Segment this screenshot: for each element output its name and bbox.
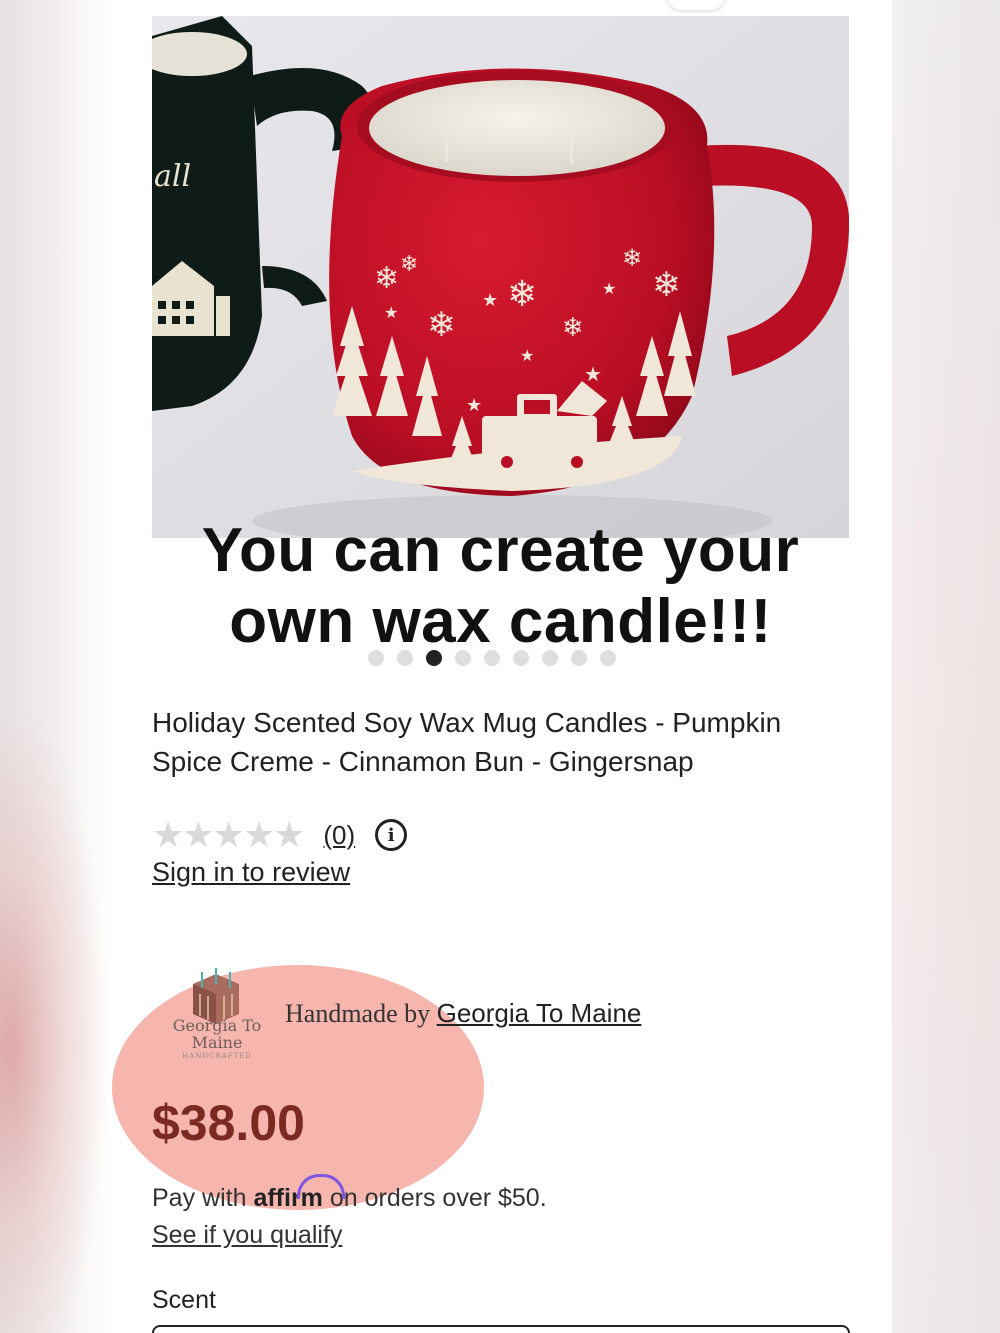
svg-text:❄: ❄	[400, 252, 418, 277]
affirm-prefix: Pay with	[152, 1184, 254, 1212]
svg-text:❄: ❄	[562, 313, 584, 343]
affirm-logo: affirm	[253, 1174, 346, 1212]
carousel-dot[interactable]	[513, 650, 529, 666]
svg-text:★: ★	[384, 303, 398, 322]
carousel-dots[interactable]	[368, 650, 616, 666]
handmade-prefix: Handmade by	[285, 999, 437, 1028]
mug-candle-illustration: all ❄ ❄ ❄ ❄ ❄ ❄ ❄ ★ ★ ★ ★ ★ ★	[152, 16, 849, 538]
price: $38.00	[152, 1095, 305, 1151]
background-blur-right	[892, 0, 1000, 1333]
top-handle[interactable]	[668, 0, 724, 10]
star-rating: ★★★★★	[152, 814, 305, 855]
sign-in-to-review-link[interactable]: Sign in to review	[152, 857, 350, 888]
shop-logo-name: Georgia To Maine	[172, 1016, 262, 1052]
svg-text:❄: ❄	[622, 244, 642, 272]
rating-row: ★★★★★ (0) i	[152, 814, 408, 855]
svg-text:❄: ❄	[374, 261, 399, 296]
svg-text:❄: ❄	[652, 265, 681, 305]
carousel-dot[interactable]	[600, 650, 616, 666]
svg-text:❄: ❄	[427, 305, 456, 345]
carousel-dot[interactable]	[484, 650, 500, 666]
svg-text:★: ★	[584, 362, 602, 386]
svg-text:all: all	[154, 159, 191, 194]
background-blur-left	[0, 700, 110, 1333]
product-image[interactable]: all ❄ ❄ ❄ ❄ ❄ ❄ ❄ ★ ★ ★ ★ ★ ★	[152, 16, 849, 538]
scent-label: Scent	[152, 1286, 216, 1314]
svg-text:★: ★	[602, 279, 616, 298]
svg-text:★: ★	[520, 346, 534, 365]
svg-text:★: ★	[466, 395, 482, 416]
product-page: all ❄ ❄ ❄ ❄ ❄ ❄ ❄ ★ ★ ★ ★ ★ ★ You can cr…	[108, 0, 892, 1333]
svg-text:❄: ❄	[507, 274, 537, 315]
carousel-dot[interactable]	[368, 650, 384, 666]
carousel-dot[interactable]	[455, 650, 471, 666]
svg-text:★: ★	[482, 290, 498, 311]
carousel-dot[interactable]	[397, 650, 413, 666]
product-title: Holiday Scented Soy Wax Mug Candles - Pu…	[152, 707, 782, 777]
review-count-link[interactable]: (0)	[323, 820, 355, 851]
handmade-by-line: Handmade by Georgia To Maine	[285, 998, 641, 1029]
carousel-dot[interactable]	[426, 650, 442, 666]
carousel-dot[interactable]	[542, 650, 558, 666]
carousel-dot[interactable]	[571, 650, 587, 666]
info-icon[interactable]: i	[375, 819, 408, 851]
see-if-you-qualify-link[interactable]: See if you qualify	[152, 1221, 342, 1250]
shop-logo-tagline: HANDCRAFTED	[182, 1052, 252, 1060]
scent-select[interactable]	[152, 1325, 850, 1333]
affirm-payment-line: Pay with affirm on orders over $50.	[152, 1174, 547, 1213]
image-overlay-text: You can create your own wax candle!!!	[201, 516, 800, 656]
affirm-suffix: on orders over $50.	[322, 1184, 547, 1212]
shop-name-link[interactable]: Georgia To Maine	[437, 998, 642, 1028]
